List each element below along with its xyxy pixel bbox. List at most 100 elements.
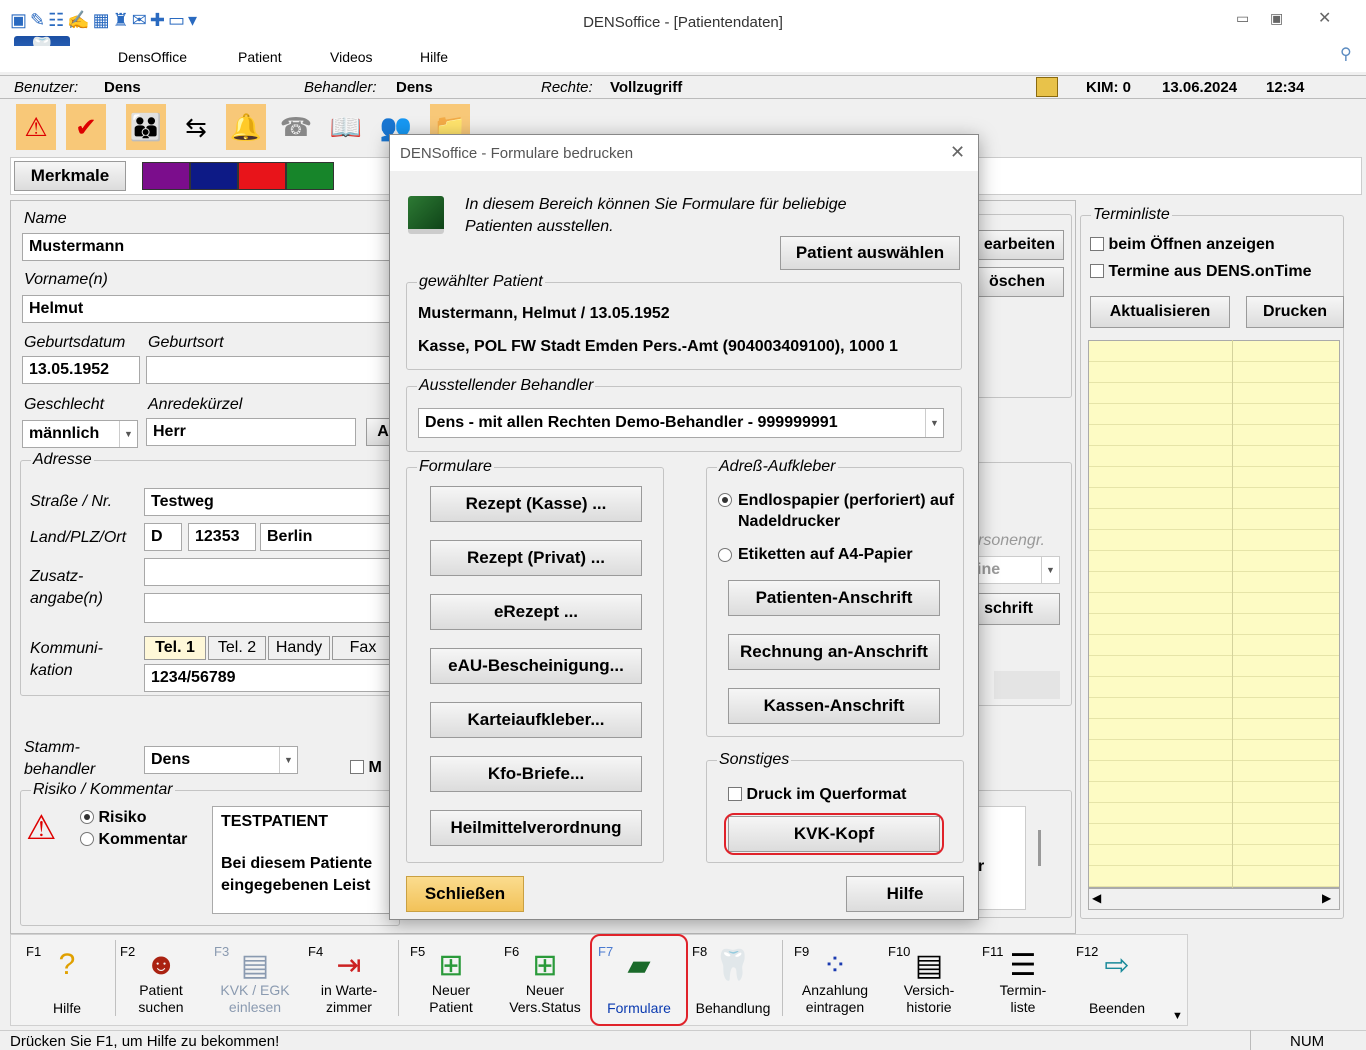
tab-tel2[interactable]: Tel. 2 [208, 636, 266, 660]
menu-hilfe[interactable]: Hilfe [420, 49, 448, 65]
radio-endlospapier[interactable]: Endlospapier (perforiert) auf Nadeldruck… [718, 490, 956, 532]
inbox-icon[interactable] [1036, 77, 1058, 97]
personengr-label: rsonengr. [978, 532, 1045, 549]
land-field[interactable]: D [144, 523, 182, 551]
rezept-kasse-button[interactable]: Rezept (Kasse) ... [430, 486, 642, 522]
f3-kvk-button[interactable]: F3 ▤ KVK / EGK einlesen [208, 936, 302, 1026]
erezept-button[interactable]: eRezept ... [430, 594, 642, 630]
tab-fax[interactable]: Fax [332, 636, 394, 660]
color-tag-green[interactable] [286, 162, 334, 190]
gewaehlter-patient-name: Mustermann, Helmut / 13.05.1952 [418, 305, 670, 322]
gewaehlter-patient-label: gewählter Patient [417, 273, 545, 291]
tel-field[interactable]: 1234/56789 [144, 664, 404, 692]
drucken-button[interactable]: Drucken [1246, 296, 1344, 328]
window-title: DENSoffice - [Patientendaten] [583, 14, 783, 31]
family-icon[interactable]: 👪 [126, 104, 166, 150]
color-tag-purple[interactable] [142, 162, 190, 190]
dens-ontime-checkbox[interactable]: Termine aus DENS.onTime [1090, 263, 1311, 281]
keine-select[interactable]: ine ▼ [970, 556, 1060, 584]
strasse-field[interactable]: Testweg [144, 488, 404, 516]
ort-field[interactable]: Berlin [260, 523, 404, 551]
f6-vers-status-button[interactable]: F6 ⊞ Neuer Vers.Status [498, 936, 592, 1026]
zusatz-field-2[interactable] [144, 593, 404, 623]
warning-icon[interactable]: ⚠ [16, 104, 56, 150]
radio-etiketten[interactable]: Etiketten auf A4-Papier [718, 546, 913, 564]
right-scroll-thumb[interactable] [1038, 830, 1041, 866]
f5-neuer-patient-button[interactable]: F5 ⊞ Neuer Patient [404, 936, 498, 1026]
risiko-textbox[interactable]: TESTPATIENT Bei diesem Patiente eingegeb… [212, 806, 402, 914]
bell-icon[interactable]: 🔔 [226, 104, 266, 150]
dialog-close-icon[interactable]: ✕ [950, 142, 965, 163]
vorname-field[interactable]: Helmut [22, 295, 402, 323]
stamm-select[interactable]: Dens ▼ [144, 746, 298, 774]
adresse-group-label: Adresse [31, 451, 94, 469]
scroll-right-icon[interactable]: ▶ [1322, 891, 1331, 905]
kfo-briefe-button[interactable]: Kfo-Briefe... [430, 756, 642, 792]
chevron-down-icon: ▼ [279, 747, 297, 773]
querformat-checkbox[interactable]: Druck im Querformat [728, 786, 907, 804]
f2-patient-suchen-button[interactable]: F2 ☻ Patient suchen [114, 936, 208, 1026]
m-checkbox[interactable]: M [350, 759, 382, 777]
terminliste-grid[interactable] [1088, 340, 1340, 888]
scroll-left-icon[interactable]: ◀ [1092, 891, 1101, 905]
f8-label: Behandlung [695, 1000, 771, 1016]
f4-wartezimmer-button[interactable]: F4 ⇥ in Warte-zimmer [302, 936, 396, 1026]
behandler-select[interactable]: Dens - mit allen Rechten Demo-Behandler … [418, 408, 944, 438]
aktualisieren-button[interactable]: Aktualisieren [1090, 296, 1230, 328]
rezept-privat-button[interactable]: Rezept (Privat) ... [430, 540, 642, 576]
m-label: M [368, 759, 382, 776]
kassen-anschrift-button[interactable]: Kassen-Anschrift [728, 688, 940, 724]
patient-auswaehlen-button[interactable]: Patient auswählen [780, 236, 960, 270]
treater-label: Behandler: [304, 79, 377, 96]
kim-status: KIM: 0 [1086, 79, 1131, 96]
geschlecht-select[interactable]: männlich ▼ [22, 420, 138, 448]
tab-handy[interactable]: Handy [268, 636, 330, 660]
menu-videos[interactable]: Videos [330, 49, 373, 65]
rechnung-anschrift-button[interactable]: Rechnung an-Anschrift [728, 634, 940, 670]
geburtsdatum-field[interactable]: 13.05.1952 [22, 356, 140, 384]
plz-field[interactable]: 12353 [188, 523, 256, 551]
transfer-icon[interactable]: ⇆ [176, 104, 216, 150]
geburtsort-field[interactable] [146, 356, 402, 384]
patienten-anschrift-button[interactable]: Patienten-Anschrift [728, 580, 940, 616]
radio-risiko[interactable]: Risiko [80, 809, 146, 827]
minimize-button[interactable]: ▭ [1236, 10, 1249, 27]
f12-beenden-button[interactable]: F12 ⇨ Beenden [1070, 936, 1164, 1026]
komm-label-2: kation [30, 662, 73, 679]
anschrift-button[interactable]: schrift [966, 593, 1060, 625]
strasse-label: Straße / Nr. [30, 493, 113, 510]
heilmittelverordnung-button[interactable]: Heilmittelverordnung [430, 810, 642, 846]
rights-value: Vollzugriff [610, 79, 683, 96]
beim-oeffnen-checkbox[interactable]: beim Öffnen anzeigen [1090, 236, 1275, 254]
f9-anzahlung-button[interactable]: F9 ⁘ Anzahlung eintragen [788, 936, 882, 1026]
merkmale-button[interactable]: Merkmale [14, 161, 126, 191]
f1-hilfe-button[interactable]: F1? Hilfe [20, 936, 114, 1026]
schliessen-button[interactable]: Schließen [406, 876, 524, 912]
menu-patient[interactable]: Patient [238, 49, 282, 65]
f8-behandlung-button[interactable]: F8 🦷 Behandlung [686, 936, 780, 1026]
fkey-bar-arrow[interactable]: ▼ [1172, 1010, 1183, 1022]
pin-icon[interactable]: ⚲ [1340, 44, 1352, 64]
karteiaufkleber-button[interactable]: Karteiaufkleber... [430, 702, 642, 738]
tab-tel1[interactable]: Tel. 1 [144, 636, 206, 660]
name-field[interactable]: Mustermann [22, 233, 402, 261]
maximize-button[interactable]: ▣ [1270, 10, 1283, 27]
checkmark-icon[interactable]: ✔ [66, 104, 106, 150]
color-tag-blue[interactable] [190, 162, 238, 190]
f10-versichhistorie-button[interactable]: F10 ▤ Versich-historie [882, 936, 976, 1026]
f11-terminliste-button[interactable]: F11 ☰ Termin-liste [976, 936, 1070, 1026]
dialog-hilfe-button[interactable]: Hilfe [846, 876, 964, 912]
book-icon[interactable]: 📖 [326, 104, 366, 150]
color-tag-red[interactable] [238, 162, 286, 190]
beim-oeffnen-label: beim Öffnen anzeigen [1108, 236, 1275, 253]
zusatz-field-1[interactable] [144, 558, 404, 586]
close-window-button[interactable]: ✕ [1318, 8, 1331, 28]
adress-aufkleber-group-label: Adreß-Aufkleber [717, 458, 838, 476]
treater-value: Dens [396, 79, 433, 96]
menu-densoffice[interactable]: DensOffice [118, 49, 187, 65]
radio-kommentar[interactable]: Kommentar [80, 831, 187, 849]
terminliste-hscroll[interactable] [1088, 888, 1340, 910]
anrede-field[interactable]: Herr [146, 418, 356, 446]
eau-button[interactable]: eAU-Bescheinigung... [430, 648, 642, 684]
phone-icon[interactable]: ☎ [276, 104, 316, 150]
